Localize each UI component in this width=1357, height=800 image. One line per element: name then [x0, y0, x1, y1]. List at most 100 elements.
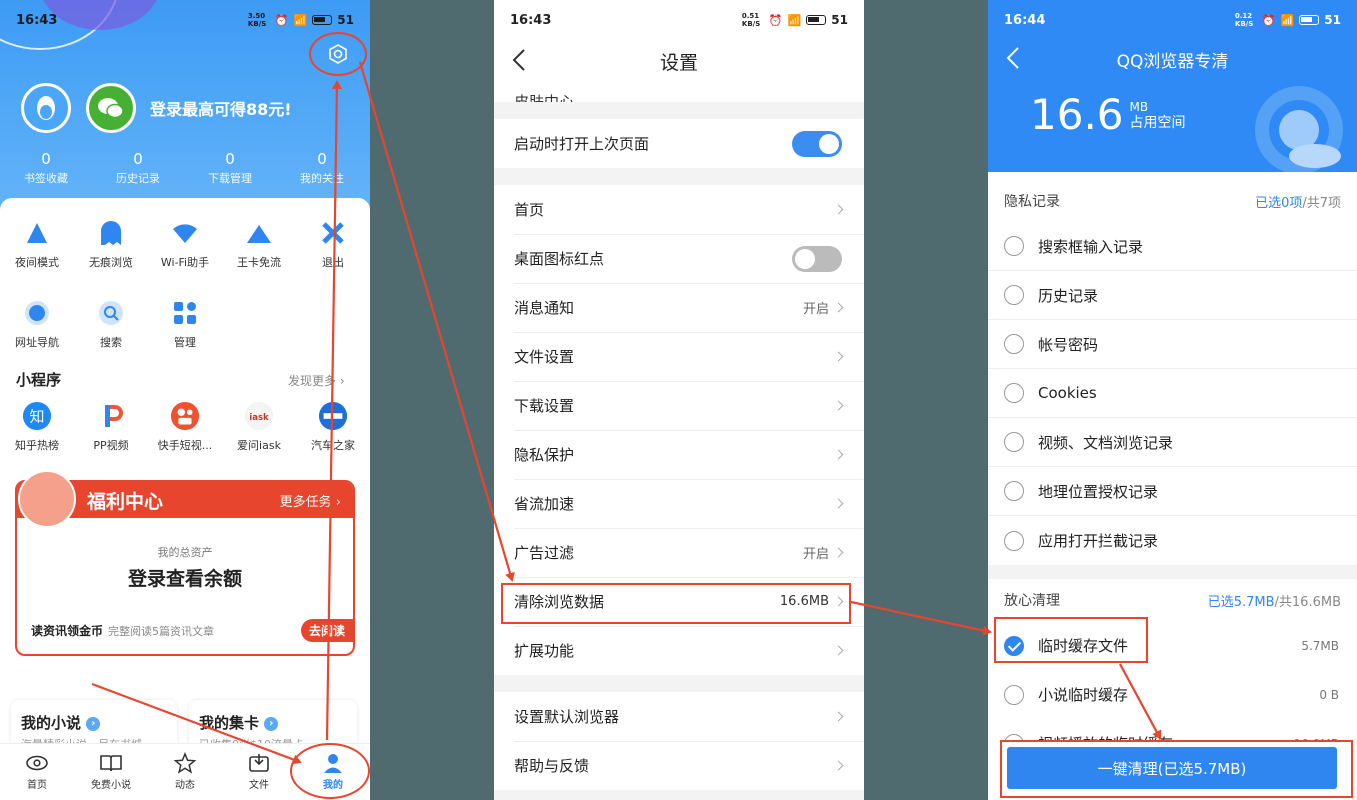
tool-search[interactable]: 搜索: [74, 298, 148, 350]
settings-row-ad-filter[interactable]: 广告过滤 开启: [494, 528, 864, 577]
divider: [988, 565, 1357, 579]
discover-more-link[interactable]: 发现更多 ›: [288, 372, 345, 389]
selected-count: 已选0项: [1255, 195, 1303, 211]
checkbox[interactable]: [1004, 481, 1024, 501]
storage-label: 占用空间: [1129, 114, 1186, 131]
back-button[interactable]: [1006, 46, 1020, 75]
more-tasks-label: 更多任务: [279, 494, 332, 510]
checkbox[interactable]: [1004, 334, 1024, 354]
checkbox[interactable]: [1004, 684, 1024, 705]
grid-icon: [170, 298, 200, 328]
checkbox[interactable]: [1004, 432, 1024, 452]
item-label: 历史记录: [1038, 286, 1099, 305]
chevron-right-icon: [833, 351, 844, 362]
privacy-item-cookies[interactable]: Cookies: [988, 369, 1357, 418]
restore-last-page-toggle[interactable]: [792, 130, 842, 157]
wifi-icon: [170, 218, 200, 248]
checkbox[interactable]: [1004, 236, 1024, 256]
stat-downloads[interactable]: 0 下载管理: [184, 150, 276, 186]
settings-row-restore-last-page: 启动时打开上次页面: [494, 119, 864, 168]
tab-free-novels[interactable]: 免费小说: [74, 744, 148, 800]
profile-screen: 16:43 3.50 KB/S ⏰ 📶 51 登录最高可得88元! 0 书签收藏 …: [0, 0, 370, 800]
storage-size: 16.6: [1030, 90, 1124, 139]
desktop-badge-toggle[interactable]: [792, 245, 842, 272]
tool-night-mode[interactable]: 夜间模式: [0, 218, 74, 270]
privacy-item-video-doc[interactable]: 视频、文档浏览记录: [988, 418, 1357, 467]
mini-app-autohome[interactable]: 汽车之家: [296, 401, 370, 453]
highlight-clean-button: [1000, 740, 1353, 798]
net-speed: 3.50 KB/S: [247, 12, 267, 28]
cleaner-header: 16:44 0.12 KB/S ⏰ 📶 51 QQ浏览器专清 16.6 MB 占用…: [988, 0, 1357, 172]
mini-app-iask[interactable]: iask 爱问iask: [222, 401, 296, 453]
row-label: 皮肤中心: [514, 93, 575, 102]
status-bar: 16:43 0.51 KB/S ⏰ 📶 51: [494, 0, 864, 40]
privacy-item-history[interactable]: 历史记录: [988, 271, 1357, 320]
tool-king-card[interactable]: 王卡免流: [222, 218, 296, 270]
settings-row-default-browser[interactable]: 设置默认浏览器: [494, 692, 864, 741]
welfare-title: 福利中心: [87, 490, 164, 513]
login-promo-text[interactable]: 登录最高可得88元!: [150, 96, 292, 120]
settings-row-help[interactable]: 帮助与反馈: [494, 741, 864, 790]
stat-bookmarks[interactable]: 0 书签收藏: [0, 150, 92, 186]
nav-bar: QQ浏览器专清: [988, 40, 1357, 78]
row-label: 启动时打开上次页面: [514, 135, 650, 153]
go-read-button[interactable]: 去阅读: [300, 619, 353, 642]
ghost-icon: [96, 218, 126, 248]
tool-manage[interactable]: 管理: [148, 298, 222, 350]
tool-label: 搜索: [100, 336, 122, 349]
tool-url-nav[interactable]: 网址导航: [0, 298, 74, 350]
item-size: 5.7MB: [1301, 638, 1339, 653]
checkbox[interactable]: [1004, 285, 1024, 305]
chevron-right-icon: [833, 645, 844, 656]
settings-row-notifications[interactable]: 消息通知 开启: [494, 283, 864, 332]
checkbox[interactable]: [1004, 383, 1024, 403]
search-icon: [96, 298, 126, 328]
privacy-item-search-input[interactable]: 搜索框输入记录: [988, 222, 1357, 271]
settings-row-extensions[interactable]: 扩展功能: [494, 626, 864, 675]
stat-label: 书签收藏: [24, 172, 68, 185]
clean-item-novel-cache[interactable]: 小说临时缓存 0 B: [988, 670, 1357, 719]
divider: [494, 168, 864, 185]
privacy-item-app-intercept[interactable]: 应用打开拦截记录: [988, 516, 1357, 565]
qq-login-avatar[interactable]: [21, 83, 71, 133]
safe-clean-section-header: 放心清理 已选5.7MB/共16.6MB: [988, 579, 1357, 621]
mini-app-kuaishou[interactable]: 快手短视...: [148, 401, 222, 453]
privacy-item-location[interactable]: 地理位置授权记录: [988, 467, 1357, 516]
mini-app-pp[interactable]: PP视频: [74, 401, 148, 453]
mini-app-zhihu[interactable]: 知知乎热榜: [0, 401, 74, 453]
status-bar: 16:44 0.12 KB/S ⏰ 📶 51: [988, 0, 1357, 40]
settings-row-privacy[interactable]: 隐私保护: [494, 430, 864, 479]
novel-title: 我的小说: [21, 714, 82, 732]
tab-activity[interactable]: 动态: [148, 744, 222, 800]
checkbox[interactable]: [1004, 530, 1024, 551]
alarm-icon: ⏰: [274, 13, 289, 27]
item-label: 小说临时缓存: [1038, 686, 1129, 704]
tab-home[interactable]: 首页: [0, 744, 74, 800]
settings-row-data-saver[interactable]: 省流加速: [494, 479, 864, 528]
wifi-status-icon: 📶: [1280, 13, 1295, 27]
chevron-right-icon: [833, 711, 844, 722]
settings-row-download[interactable]: 下载设置: [494, 381, 864, 430]
chevron-right-icon: [833, 498, 844, 509]
chevron-right-icon: [833, 760, 844, 771]
battery-level: 51: [337, 13, 354, 27]
settings-row-home[interactable]: 首页: [494, 185, 864, 234]
row-label: 省流加速: [514, 495, 575, 513]
settings-row-file[interactable]: 文件设置: [494, 332, 864, 381]
privacy-item-passwords[interactable]: 帐号密码: [988, 320, 1357, 369]
stat-follows[interactable]: 0 我的关注: [276, 150, 368, 186]
night-mode-icon: [22, 218, 52, 248]
tool-wifi[interactable]: Wi-Fi助手: [148, 218, 222, 270]
qq-browser-logo-icon: [1255, 86, 1343, 172]
back-button[interactable]: [512, 48, 526, 77]
tab-files[interactable]: 文件: [222, 744, 296, 800]
tool-exit[interactable]: 退出: [296, 218, 370, 270]
stat-label: 历史记录: [116, 172, 160, 185]
tool-incognito[interactable]: 无痕浏览: [74, 218, 148, 270]
more-tasks-link[interactable]: 更多任务 ›: [280, 491, 341, 510]
asset-value[interactable]: 登录查看余额: [31, 564, 339, 591]
settings-row-skin[interactable]: 皮肤中心: [494, 82, 864, 102]
wechat-login-avatar[interactable]: [86, 83, 136, 133]
stat-history[interactable]: 0 历史记录: [92, 150, 184, 186]
tool-label: 退出: [322, 256, 344, 269]
